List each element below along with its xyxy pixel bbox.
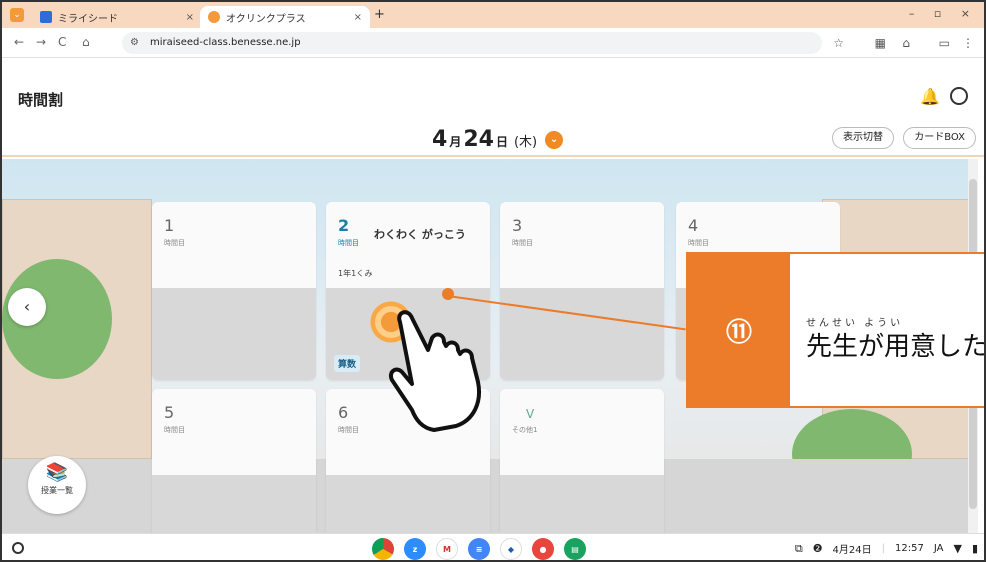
home-icon[interactable]: ⌂ [82, 35, 90, 49]
window-controls[interactable]: – ▫ × [909, 7, 978, 20]
ime-indicator: JA [933, 543, 944, 554]
okulink-favicon-icon [208, 11, 220, 23]
classroom-icon[interactable]: ▤ [564, 538, 586, 560]
screenshot-icon[interactable]: ⧉ [795, 542, 803, 556]
period-card-3[interactable]: 3 時間目 [500, 202, 664, 380]
menu-icon[interactable]: ⋮ [962, 36, 974, 50]
zoom-icon[interactable]: z [404, 538, 426, 560]
period-label: その他1 [512, 426, 538, 434]
lesson-title: わくわく がっこう [374, 228, 466, 241]
subject-badge: 算数 [334, 355, 361, 372]
notification-badge-icon[interactable]: ❷ [813, 542, 823, 555]
sprout-icon: ᐯ [526, 407, 535, 421]
display-switch-button[interactable]: 表示切替 [832, 127, 894, 149]
date-weekday: (木) [513, 135, 538, 150]
forward-icon[interactable]: → [36, 35, 46, 49]
pinned-apps: z M ≡ ◆ ● ▤ [372, 538, 586, 560]
shield-app-icon[interactable]: ◆ [500, 538, 522, 560]
period-label: 時間目 [164, 239, 185, 247]
period-card-1[interactable]: 1 時間目 [152, 202, 316, 380]
tab-label: ミライシード [58, 13, 118, 25]
period-number: 3 [512, 216, 523, 235]
tab-label: オクリンクプラス [226, 13, 306, 25]
period-number: 4 [688, 216, 699, 235]
tab-miraiseed[interactable]: ミライシード × [32, 6, 202, 28]
callout-anchor-dot [442, 288, 454, 300]
period-number: 1 [164, 216, 175, 235]
lesson-list-button[interactable]: 📚 授業一覧 [28, 456, 86, 514]
period-number: 6 [338, 403, 349, 422]
shelf-date: 4月24日 [832, 545, 872, 556]
period-number: 5 [164, 403, 175, 422]
system-shelf: z M ≡ ◆ ● ▤ ⧉ ❷ 4月24日 | 12:57 JA ▼ ▮ [2, 533, 984, 560]
period-card-5[interactable]: 5 時間目 [152, 389, 316, 533]
wifi-icon: ▼ [953, 542, 962, 555]
tab-search-icon[interactable]: ⌄ [10, 8, 24, 22]
new-tab-button[interactable]: + [374, 7, 385, 22]
bell-icon[interactable]: 🔔 [920, 87, 940, 106]
close-tab-icon[interactable]: × [186, 12, 194, 23]
period-label: 時間目 [512, 239, 533, 247]
date-month: 4 [432, 127, 448, 152]
lesson-list-label: 授業一覧 [41, 486, 73, 495]
site-info-icon[interactable]: ⚙ [130, 32, 139, 54]
page-title: 時間割 [18, 91, 64, 109]
period-label: 時間目 [338, 239, 359, 247]
battery-icon: ▮ [971, 542, 978, 555]
card-box-button[interactable]: カードBOX [903, 127, 976, 149]
url-text: miraiseed-class.benesse.ne.jp [150, 37, 301, 48]
tab-okulink[interactable]: オクリンクプラス × [200, 6, 370, 28]
mail-favicon-icon [40, 11, 52, 23]
account-icon[interactable] [950, 87, 968, 105]
docs-icon[interactable]: ≡ [468, 538, 490, 560]
address-row: ← → C ⌂ ⚙ miraiseed-class.benesse.ne.jp … [2, 28, 984, 58]
extension-icon[interactable]: ▦ [875, 36, 886, 50]
step-text: 先生が用意した [806, 332, 986, 362]
period-number: 2 [338, 216, 350, 235]
current-date[interactable]: 4 月 24 日 (木) ⌄ [432, 127, 564, 152]
books-icon: 📚 [45, 462, 69, 483]
period-card-other[interactable]: ᐯ その他1 [500, 389, 664, 533]
app-header: 時間割 🔔 [2, 59, 984, 117]
launcher-icon[interactable] [12, 542, 24, 554]
pointing-hand-icon [389, 310, 481, 432]
step-callout: ⑪ せんせい ようい 先生が用意した [686, 252, 986, 408]
back-icon[interactable]: ← [14, 35, 24, 49]
shelf-time: 12:57 [895, 543, 924, 554]
status-tray[interactable]: ⧉ ❷ 4月24日 | 12:57 JA ▼ ▮ [795, 541, 978, 557]
tab-strip: ⌄ ミライシード × オクリンクプラス × + – ▫ × [2, 2, 984, 28]
class-name: 1年1くみ [338, 269, 373, 278]
period-label: 時間目 [688, 239, 709, 247]
close-tab-icon[interactable]: × [354, 12, 362, 23]
puzzle-icon[interactable]: ⌂ [902, 36, 910, 50]
paint-app-icon[interactable]: ● [532, 538, 554, 560]
cast-icon[interactable]: ▭ [939, 36, 950, 50]
address-bar[interactable]: ⚙ miraiseed-class.benesse.ne.jp [122, 32, 822, 54]
date-day: 24 [463, 127, 494, 152]
bookmark-star-icon[interactable]: ☆ [833, 36, 844, 50]
date-month-unit: 月 [449, 135, 462, 149]
date-bar: 4 月 24 日 (木) ⌄ 表示切替 カードBOX [2, 117, 984, 157]
period-label: 時間目 [338, 426, 359, 434]
gmail-icon[interactable]: M [436, 538, 458, 560]
tray-separator: | [881, 543, 886, 554]
reload-icon[interactable]: C [58, 35, 66, 49]
floor [2, 459, 978, 533]
screen: ⌄ ミライシード × オクリンクプラス × + – ▫ × ← → C ⌂ ⚙ … [0, 0, 986, 562]
step-number: ⑪ [688, 254, 790, 406]
period-label: 時間目 [164, 426, 185, 434]
date-day-unit: 日 [495, 135, 508, 149]
chrome-icon[interactable] [372, 538, 394, 560]
previous-day-button[interactable]: ‹ [8, 288, 46, 326]
date-dropdown-icon[interactable]: ⌄ [545, 130, 564, 149]
